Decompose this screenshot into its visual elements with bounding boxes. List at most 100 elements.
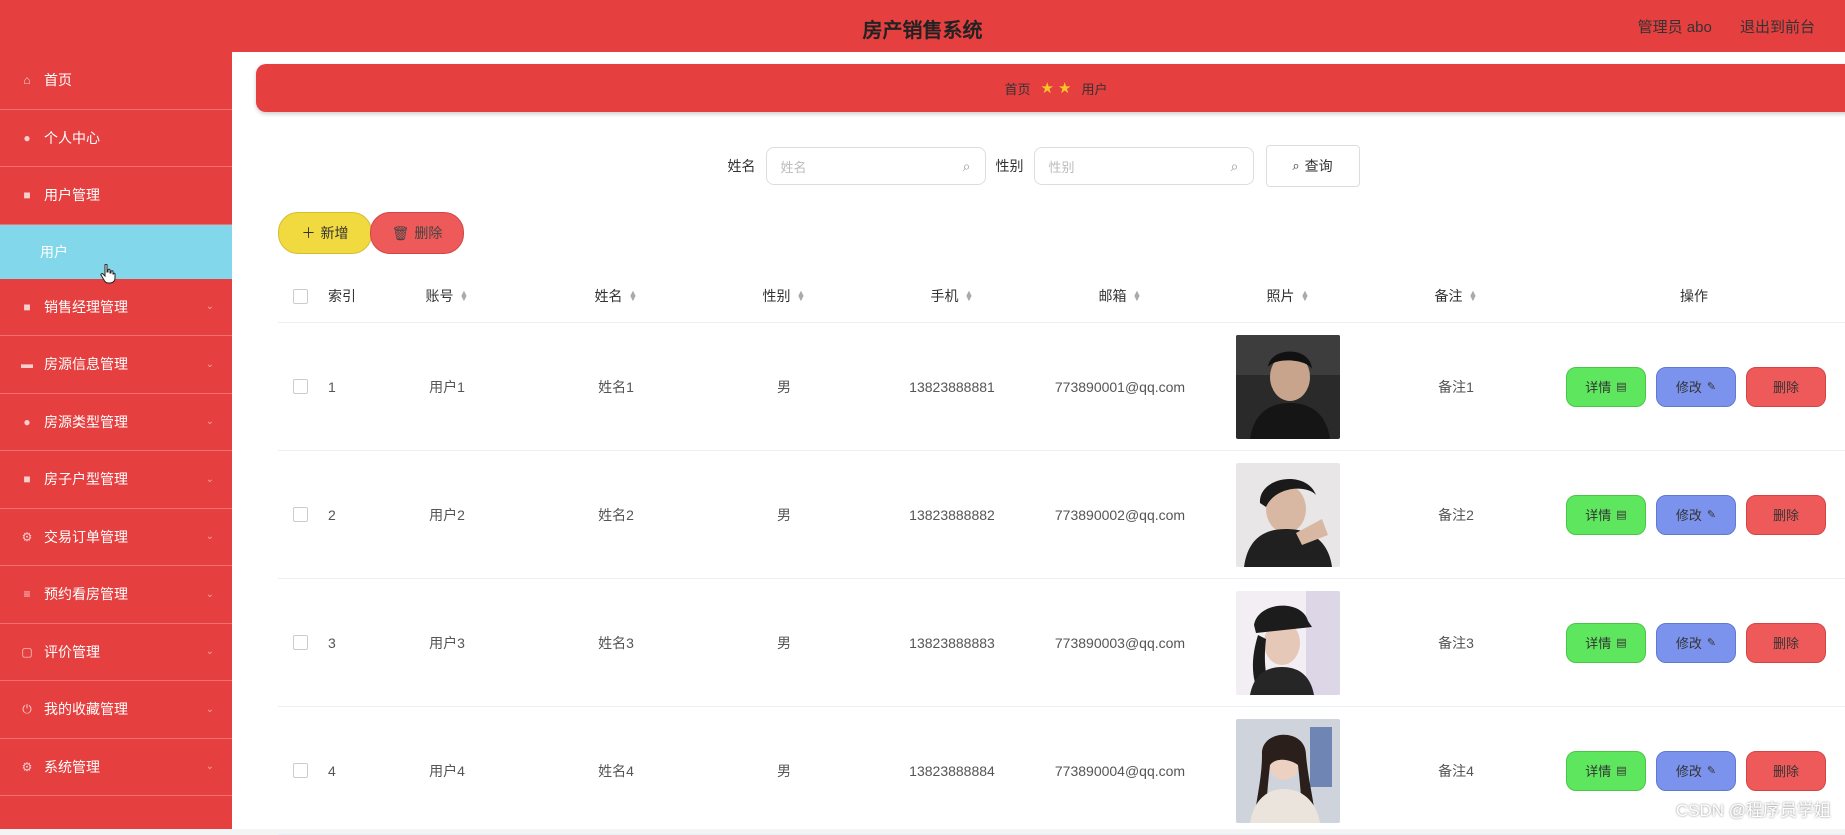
table-row: 1 用户1 姓名1 男 13823888881 773890001@qq.com…: [278, 323, 1845, 451]
back-to-frontend-link[interactable]: 退出到前台: [1740, 19, 1815, 36]
row-note: 备注2: [1438, 506, 1474, 523]
col-photo[interactable]: 照片 ▲ ▼: [1204, 270, 1372, 322]
sidebar-subitem-users[interactable]: 用户: [0, 224, 232, 279]
detail-button-label: 详情: [1585, 764, 1612, 779]
document-icon: ▤: [1616, 509, 1627, 521]
sidebar-item-sales-manager[interactable]: ■ 销售经理管理 ⌄: [0, 279, 232, 336]
delete-button[interactable]: 删除: [1746, 366, 1826, 407]
row-checkbox[interactable]: [292, 379, 308, 394]
search-icon: ⌕: [1292, 158, 1300, 173]
sidebar: ⌂ 首页 ● 个人中心 ■ 用户管理 用户 ■ 销售经理管理 ⌄ ▬ 房源信息管…: [0, 52, 232, 829]
edit-button[interactable]: 修改 ✎: [1656, 750, 1736, 791]
row-checkbox[interactable]: [292, 635, 308, 650]
chevron-down-icon: ⌄: [205, 473, 214, 485]
sidebar-subitem-label: 用户: [40, 243, 68, 260]
col-email[interactable]: 邮箱 ▲ ▼: [1036, 270, 1204, 322]
power-icon: ⏻: [22, 702, 32, 717]
row-note: 备注3: [1438, 634, 1474, 651]
star-icon: ★: [1040, 80, 1054, 97]
hand-cursor-icon: [100, 264, 116, 284]
sidebar-item-user-management[interactable]: ■ 用户管理: [0, 167, 232, 225]
row-note: 备注1: [1438, 378, 1474, 395]
user-photo[interactable]: [1236, 718, 1340, 823]
detail-button[interactable]: 详情 ▤: [1566, 494, 1646, 535]
sort-icon: ▲ ▼: [1468, 288, 1478, 303]
detail-button[interactable]: 详情 ▤: [1566, 750, 1646, 791]
grid-icon: ■: [23, 472, 31, 487]
edit-button[interactable]: 修改 ✎: [1656, 366, 1736, 407]
edit-button-label: 修改: [1675, 508, 1702, 523]
chevron-down-icon: ⌄: [205, 301, 214, 313]
col-note-label: 备注: [1434, 288, 1463, 304]
app-title: 房产销售系统: [862, 20, 983, 42]
table-row: 2 用户2 姓名2 男 13823888882 773890002@qq.com…: [278, 451, 1845, 579]
sidebar-item-house-info[interactable]: ▬ 房源信息管理 ⌄: [0, 336, 232, 394]
search-icon: ⌕: [1230, 157, 1239, 174]
user-info: 管理员 abo 退出到前台: [1614, 16, 1815, 37]
detail-button[interactable]: 详情 ▤: [1566, 622, 1646, 663]
row-phone: 13823888881: [909, 378, 995, 395]
admin-user-label[interactable]: 管理员 abo: [1638, 19, 1712, 36]
breadcrumb: 首页 ★ ★ 用户: [256, 64, 1845, 112]
table-row: 4 用户4 姓名4 男 13823888884 773890004@qq.com…: [278, 707, 1845, 835]
home-icon: ⌂: [23, 73, 31, 88]
pencil-icon: ✎: [1706, 765, 1717, 777]
edit-button-label: 修改: [1675, 380, 1702, 395]
col-sex[interactable]: 性别 ▲ ▼: [700, 270, 868, 322]
sidebar-item-label: 评价管理: [44, 643, 100, 660]
add-button[interactable]: ＋ 新增: [278, 212, 372, 254]
edit-button[interactable]: 修改 ✎: [1656, 494, 1736, 535]
sidebar-item-favorites[interactable]: ⏻ 我的收藏管理 ⌄: [0, 681, 232, 739]
col-note[interactable]: 备注 ▲ ▼: [1372, 270, 1540, 322]
row-checkbox[interactable]: [292, 763, 308, 778]
pencil-icon: ✎: [1706, 381, 1717, 393]
delete-button[interactable]: 删除: [1746, 494, 1826, 535]
document-icon: ▤: [1616, 765, 1627, 777]
pencil-icon: ✎: [1706, 637, 1717, 649]
watermark: CSDN @程序员学姐: [1675, 801, 1831, 820]
sidebar-item-viewing[interactable]: ≡ 预约看房管理 ⌄: [0, 566, 232, 624]
name-search-input[interactable]: 姓名 ⌕: [765, 147, 986, 185]
edit-button[interactable]: 修改 ✎: [1656, 622, 1736, 663]
sidebar-item-system[interactable]: ⚙ 系统管理 ⌄: [0, 739, 232, 796]
col-index: 索引: [328, 288, 356, 304]
row-checkbox[interactable]: [292, 507, 308, 522]
select-all-checkbox[interactable]: [292, 288, 308, 304]
sort-icon: ▲ ▼: [628, 288, 638, 303]
sort-icon: ▲ ▼: [1132, 288, 1142, 303]
sex-search-input[interactable]: 性别 ⌕: [1033, 147, 1254, 185]
chat-icon: ▢: [21, 644, 33, 659]
user-photo[interactable]: [1236, 334, 1340, 439]
sidebar-item-label: 预约看房管理: [44, 586, 128, 603]
sort-icon: ▲ ▼: [796, 288, 806, 303]
row-sex: 男: [777, 634, 791, 651]
sidebar-item-house-type[interactable]: ● 房源类型管理 ⌄: [0, 394, 232, 451]
user-photo[interactable]: [1236, 590, 1340, 695]
col-name-label: 姓名: [594, 288, 623, 304]
row-note: 备注4: [1438, 762, 1474, 779]
row-account: 用户1: [429, 378, 465, 395]
chevron-down-icon: ⌄: [205, 358, 214, 370]
sidebar-item-home[interactable]: ⌂ 首页: [0, 52, 232, 110]
col-account[interactable]: 账号 ▲ ▼: [362, 270, 532, 322]
row-phone: 13823888882: [909, 506, 995, 523]
query-button[interactable]: ⌕ 查询: [1265, 145, 1360, 187]
col-ops: 操作: [1680, 288, 1708, 304]
row-sex: 男: [777, 378, 791, 395]
row-account: 用户3: [429, 634, 465, 651]
delete-button[interactable]: 删除: [1746, 750, 1826, 791]
card-icon: ▬: [21, 357, 33, 372]
sidebar-item-profile[interactable]: ● 个人中心: [0, 110, 232, 167]
top-header: 房产销售系统 管理员 abo 退出到前台: [0, 0, 1845, 52]
detail-button[interactable]: 详情 ▤: [1566, 366, 1646, 407]
user-photo[interactable]: [1236, 462, 1340, 567]
sidebar-item-orders[interactable]: ⚙ 交易订单管理 ⌄: [0, 509, 232, 566]
col-name[interactable]: 姓名 ▲ ▼: [532, 270, 700, 322]
batch-delete-button[interactable]: 🗑 删除: [370, 212, 464, 254]
col-phone[interactable]: 手机 ▲ ▼: [868, 270, 1036, 322]
sidebar-item-reviews[interactable]: ▢ 评价管理 ⌄: [0, 624, 232, 681]
breadcrumb-home[interactable]: 首页: [1005, 79, 1031, 98]
user-table: 索引 账号 ▲ ▼ 姓名 ▲ ▼ 性别 ▲ ▼ 手机 ▲ ▼ 邮箱 ▲ ▼ 照片 ▲ ▼ 备注 ▲ ▼ 操作…: [278, 270, 1845, 835]
delete-button[interactable]: 删除: [1746, 622, 1826, 663]
sidebar-item-house-layout[interactable]: ■ 房子户型管理 ⌄: [0, 451, 232, 509]
